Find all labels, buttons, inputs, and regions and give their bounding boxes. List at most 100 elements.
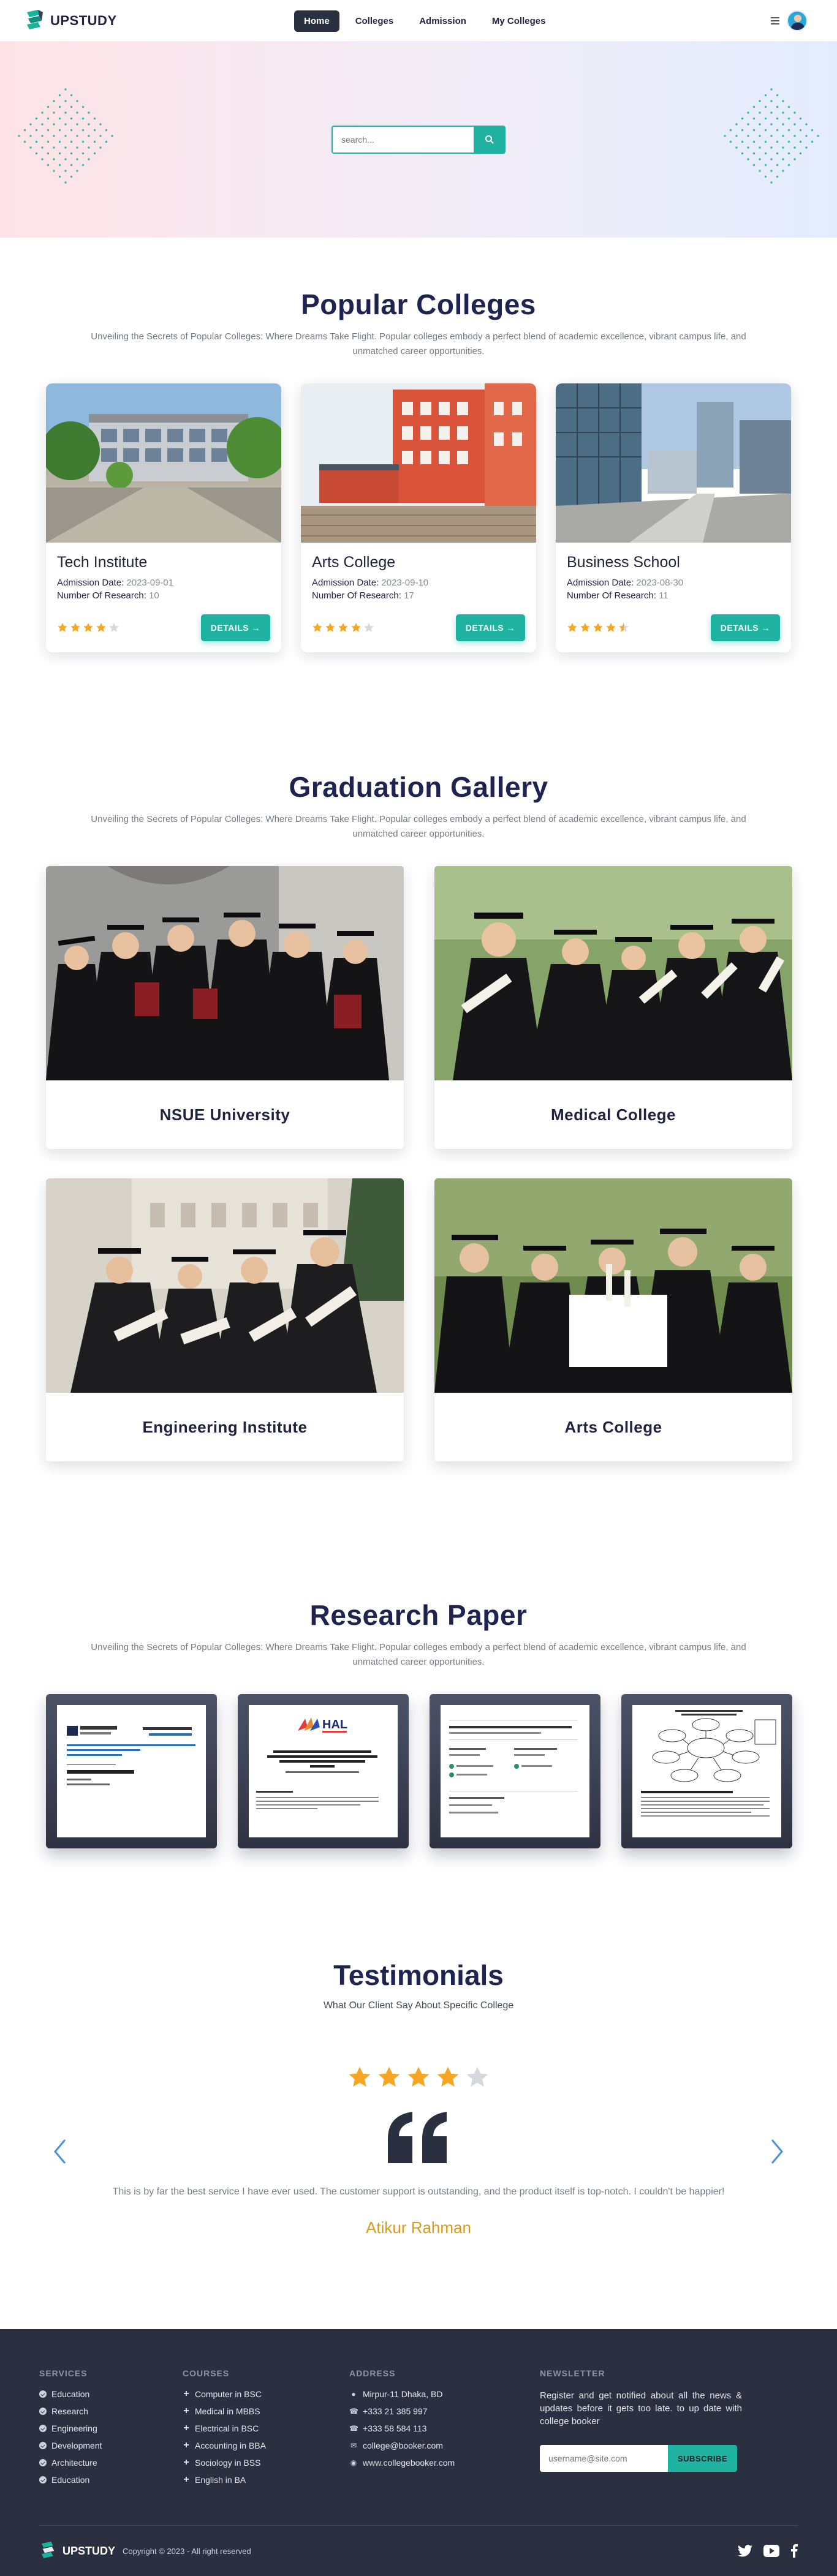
testimonial-text: This is by far the best service I have e… [112,2186,725,2197]
rating-stars [312,622,374,633]
gallery-image [434,866,792,1080]
social-links [738,2544,798,2558]
address-item[interactable]: ◉ www.collegebooker.com [349,2458,455,2468]
research-paper-card[interactable] [430,1694,600,1848]
chevron-right-icon[interactable] [767,2136,786,2167]
brand-name: UPSTUDY [50,12,117,28]
star-icon [109,623,119,632]
plus-icon: + [183,2389,189,2399]
plus-icon: + [183,2474,189,2485]
footer-link[interactable]: + Sociology in BSS [183,2457,266,2468]
chevron-left-icon[interactable] [51,2136,70,2167]
check-circle-icon [39,2390,47,2398]
section-subtitle: Unveiling the Secrets of Popular College… [91,331,746,356]
footer-link[interactable]: + Electrical in BSC [183,2423,266,2433]
brand[interactable]: UPSTUDY [25,9,117,33]
paper-preview [57,1705,206,1837]
footer-link-label: Development [51,2441,102,2450]
details-button[interactable]: DETAILS → [710,614,780,641]
gallery-caption: Arts College [564,1417,662,1436]
nav-link-admission[interactable]: Admission [409,10,476,32]
gallery-caption: NSUE University [159,1105,290,1124]
gallery-card[interactable]: Arts College [434,1178,792,1461]
gallery-card[interactable]: NSUE University [46,866,404,1149]
address-item[interactable]: ✉ college@booker.com [349,2441,455,2450]
nav-link-colleges[interactable]: Colleges [346,10,404,32]
footer-courses: COURSES + Computer in BSC + Medical in MBB… [183,2368,266,2492]
gallery-image [434,1178,792,1393]
section-title: Research Paper [309,1599,528,1631]
footer-link-label: Medical in MBBS [195,2406,260,2416]
gallery-card[interactable]: Medical College [434,866,792,1149]
footer-link[interactable]: Education [39,2389,102,2399]
footer-link[interactable]: Engineering [39,2423,102,2433]
search-button[interactable] [474,126,506,154]
address-text: Mirpur-11 Dhaka, BD [363,2389,443,2399]
footer-bottom: UPSTUDY Copyright © 2023 - All right res… [39,2540,798,2561]
footer-heading: SERVICES [39,2368,88,2378]
admission-label: Admission Date: [312,578,379,588]
footer-link[interactable]: + Medical in MBBS [183,2406,266,2416]
footer-link-label: Computer in BSC [195,2389,262,2399]
subscribe-button[interactable]: SUBSCRIBE [668,2445,738,2472]
search-input[interactable] [331,126,474,154]
twitter-icon[interactable] [738,2545,752,2557]
footer-link-label: Engineering [51,2423,97,2433]
gallery-caption: Engineering Institute [142,1417,308,1436]
details-button[interactable]: DETAILS → [455,614,525,641]
dots-pattern-left [13,85,118,189]
college-card: Tech Institute Admission Date: 2023-09-0… [46,383,281,652]
college-cards: Tech Institute Admission Date: 2023-09-0… [0,383,837,652]
dots-pattern-right [719,85,824,189]
section-subtitle: What Our Client Say About Specific Colle… [323,2000,514,2011]
footer-link[interactable]: Education [39,2475,102,2485]
star-icon [351,623,361,632]
hamburger-icon[interactable] [771,17,779,24]
footer-brand[interactable]: UPSTUDY [39,2540,115,2561]
youtube-icon[interactable] [763,2545,779,2557]
college-image [556,383,791,543]
star-icon [364,623,374,632]
star-icon [325,623,335,632]
facebook-icon[interactable] [790,2544,798,2558]
newsletter-email-input[interactable] [540,2445,668,2472]
nav-link-my-colleges[interactable]: My Colleges [482,10,556,32]
check-circle-icon [39,2442,47,2449]
footer-link[interactable]: Architecture [39,2458,102,2468]
plus-icon: + [183,2457,189,2468]
college-card: Business School Admission Date: 2023-08-… [556,383,791,652]
star-icon [580,623,590,632]
research-papers: HAL [0,1694,837,1848]
details-button[interactable]: DETAILS → [200,614,270,641]
star-icon [567,623,577,632]
research-paper-card[interactable] [46,1694,217,1848]
user-avatar[interactable] [787,10,808,31]
section-subtitle: Unveiling the Secrets of Popular College… [91,814,746,839]
college-name: Tech Institute [57,554,148,571]
address-item[interactable]: ☎ +333 21 385 997 [349,2406,455,2416]
address-item[interactable]: ☎ +333 58 584 113 [349,2423,455,2433]
check-circle-icon [39,2476,47,2484]
star-icon [466,2066,488,2087]
footer-link[interactable]: + Computer in BSC [183,2389,266,2399]
nav-link-home[interactable]: Home [294,10,339,32]
paper-preview: HAL [249,1705,398,1837]
research-count: 10 [149,590,159,601]
plus-icon: + [183,2406,189,2416]
star-icon [606,623,616,632]
footer-link-label: English in BA [195,2475,246,2485]
college-name: Business School [567,554,680,571]
testimonial-author: Atikur Rahman [366,2218,471,2237]
star-icon [83,623,93,632]
address-text: college@booker.com [363,2441,443,2450]
footer-link[interactable]: Development [39,2441,102,2450]
footer-brand-name: UPSTUDY [62,2544,116,2557]
research-count-row: Number Of Research: 10 [57,590,270,601]
footer-link-label: Accounting in BBA [195,2441,266,2450]
gallery-card[interactable]: Engineering Institute [46,1178,404,1461]
research-paper-card[interactable]: HAL [238,1694,409,1848]
footer-link[interactable]: + Accounting in BBA [183,2440,266,2450]
footer-link[interactable]: + English in BA [183,2474,266,2485]
research-paper-card[interactable] [621,1694,792,1848]
footer-link[interactable]: Research [39,2406,102,2416]
